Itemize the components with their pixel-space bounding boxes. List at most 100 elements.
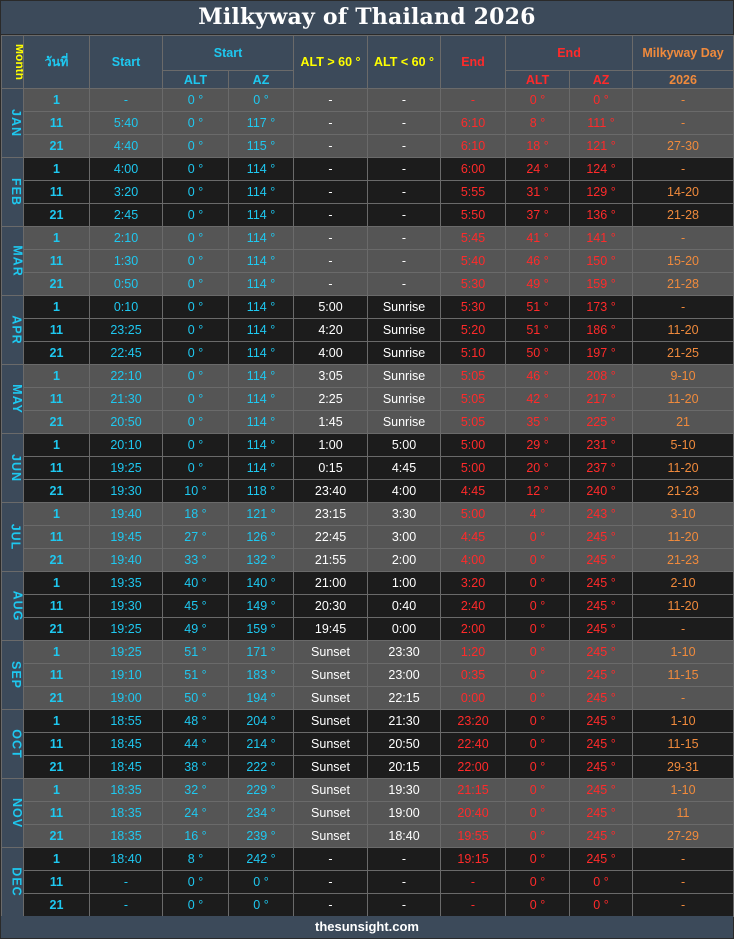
cell-milkyway-day: 11-20 bbox=[632, 456, 734, 480]
cell-day: 11 bbox=[23, 801, 90, 825]
cell-alt-lt-60: 0:40 bbox=[367, 594, 442, 618]
month-label-dec: DEC bbox=[1, 847, 24, 917]
cell-alt-lt-60: - bbox=[367, 111, 442, 135]
cell-alt-lt-60: 20:50 bbox=[367, 732, 442, 756]
cell-day: 21 bbox=[23, 341, 90, 365]
cell-start-az: 114 ° bbox=[227, 203, 295, 227]
cell-milkyway-day: 5-10 bbox=[632, 433, 734, 457]
cell-alt-gt-60: - bbox=[293, 111, 369, 135]
header-year: 2026 bbox=[632, 70, 734, 89]
cell-end-az: 245 ° bbox=[569, 640, 634, 664]
cell-end-az: 225 ° bbox=[569, 410, 634, 434]
cell-end-alt: 37 ° bbox=[505, 203, 571, 227]
cell-end-time: 6:10 bbox=[440, 111, 507, 135]
cell-day: 21 bbox=[23, 134, 90, 158]
cell-start-az: 222 ° bbox=[227, 755, 295, 779]
cell-alt-gt-60: Sunset bbox=[293, 709, 369, 733]
cell-end-alt: 12 ° bbox=[505, 479, 571, 503]
cell-milkyway-day: 21 bbox=[632, 410, 734, 434]
cell-start-alt: 0 ° bbox=[162, 893, 229, 917]
cell-milkyway-day: - bbox=[632, 870, 734, 894]
cell-start-time: 18:55 bbox=[89, 709, 163, 733]
cell-alt-lt-60: 23:00 bbox=[367, 663, 442, 687]
cell-start-az: 114 ° bbox=[227, 295, 295, 319]
cell-start-time: 19:00 bbox=[89, 686, 163, 710]
cell-end-alt: 0 ° bbox=[505, 88, 571, 112]
cell-alt-lt-60: - bbox=[367, 88, 442, 112]
header-end-time: End bbox=[440, 35, 507, 89]
cell-start-time: 19:45 bbox=[89, 525, 163, 549]
cell-milkyway-day: 27-29 bbox=[632, 824, 734, 848]
cell-end-alt: 0 ° bbox=[505, 663, 571, 687]
cell-alt-lt-60: Sunrise bbox=[367, 318, 442, 342]
cell-end-alt: 0 ° bbox=[505, 686, 571, 710]
cell-end-az: 245 ° bbox=[569, 732, 634, 756]
cell-start-time: 2:10 bbox=[89, 226, 163, 250]
table-row: JUL 1 19:40 18 ° 121 ° 23:15 3:30 5:00 4 ° 243 ° 3… bbox=[1, 502, 734, 572]
cell-start-az: 114 ° bbox=[227, 387, 295, 411]
cell-end-az: 121 ° bbox=[569, 134, 634, 158]
cell-milkyway-day: - bbox=[632, 111, 734, 135]
cell-end-alt: 50 ° bbox=[505, 341, 571, 365]
cell-alt-lt-60: 19:00 bbox=[367, 801, 442, 825]
cell-end-time: 22:40 bbox=[440, 732, 507, 756]
table-row: 21 22:45 0 ° 114 ° 4:00 Sunrise 5:10 50 ° 197 ° 2… bbox=[2, 341, 734, 365]
table-row: 11 23:25 0 ° 114 ° 4:20 Sunrise 5:20 51 ° 186 ° 1… bbox=[2, 318, 734, 342]
cell-end-alt: 31 ° bbox=[505, 180, 571, 204]
cell-milkyway-day: 11-20 bbox=[632, 318, 734, 342]
cell-alt-lt-60: 4:00 bbox=[367, 479, 442, 503]
table-row: 11 19:45 27 ° 126 ° 22:45 3:00 4:45 0 ° 245 ° 11-… bbox=[2, 525, 734, 549]
table-row: SEP 1 19:25 51 ° 171 ° Sunset 23:30 1:20 0 ° 245 … bbox=[1, 640, 734, 710]
month-label-oct: OCT bbox=[1, 709, 24, 779]
cell-milkyway-day: 1-10 bbox=[632, 778, 734, 802]
cell-alt-gt-60: - bbox=[293, 134, 369, 158]
cell-start-time: 18:45 bbox=[89, 755, 163, 779]
cell-end-alt: 0 ° bbox=[505, 709, 571, 733]
cell-alt-gt-60: 19:45 bbox=[293, 617, 369, 641]
cell-end-alt: 0 ° bbox=[505, 617, 571, 641]
cell-milkyway-day: 1-10 bbox=[632, 640, 734, 664]
cell-start-az: 114 ° bbox=[227, 226, 295, 250]
cell-milkyway-day: 2-10 bbox=[632, 571, 734, 595]
cell-milkyway-day: - bbox=[632, 157, 734, 181]
cell-start-az: 114 ° bbox=[227, 157, 295, 181]
table-row: 21 2:45 0 ° 114 ° - -5:50 37 ° 136 ° 21-28 bbox=[2, 203, 734, 227]
cell-end-time: 6:00 bbox=[440, 157, 507, 181]
cell-start-az: 114 ° bbox=[227, 180, 295, 204]
cell-end-alt: 0 ° bbox=[505, 824, 571, 848]
cell-milkyway-day: - bbox=[632, 226, 734, 250]
cell-end-time: 5:00 bbox=[440, 433, 507, 457]
milkyway-table: Month วันที่ Start Start ALT > 60 ° ALT … bbox=[1, 35, 734, 917]
cell-start-time: 3:20 bbox=[89, 180, 163, 204]
cell-start-az: 234 ° bbox=[227, 801, 295, 825]
cell-end-az: 245 ° bbox=[569, 617, 634, 641]
cell-start-alt: 0 ° bbox=[162, 433, 229, 457]
cell-start-alt: 8 ° bbox=[162, 847, 229, 871]
cell-day: 1 bbox=[23, 571, 90, 595]
cell-day: 1 bbox=[23, 640, 90, 664]
cell-end-time: 5:00 bbox=[440, 502, 507, 526]
cell-alt-gt-60: - bbox=[293, 249, 369, 273]
cell-day: 1 bbox=[23, 226, 90, 250]
cell-day: 11 bbox=[23, 525, 90, 549]
cell-end-alt: 0 ° bbox=[505, 870, 571, 894]
header-end-group: End bbox=[505, 35, 634, 71]
cell-end-az: 245 ° bbox=[569, 686, 634, 710]
cell-alt-gt-60: Sunset bbox=[293, 732, 369, 756]
cell-day: 1 bbox=[23, 88, 90, 112]
cell-start-alt: 16 ° bbox=[162, 824, 229, 848]
cell-start-az: 114 ° bbox=[227, 249, 295, 273]
month-label-nov: NOV bbox=[1, 778, 24, 848]
cell-end-az: 173 ° bbox=[569, 295, 634, 319]
cell-start-time: 19:30 bbox=[89, 594, 163, 618]
cell-milkyway-day: 27-30 bbox=[632, 134, 734, 158]
cell-alt-gt-60: 4:00 bbox=[293, 341, 369, 365]
cell-alt-gt-60: - bbox=[293, 847, 369, 871]
cell-start-time: - bbox=[89, 893, 163, 917]
table-row: JAN 1-0 ° 0 ° - - -0 ° 0 ° - bbox=[1, 88, 734, 158]
cell-start-alt: 45 ° bbox=[162, 594, 229, 618]
cell-day: 1 bbox=[23, 433, 90, 457]
cell-end-time: 23:20 bbox=[440, 709, 507, 733]
cell-end-time: 5:50 bbox=[440, 203, 507, 227]
cell-start-alt: 0 ° bbox=[162, 387, 229, 411]
